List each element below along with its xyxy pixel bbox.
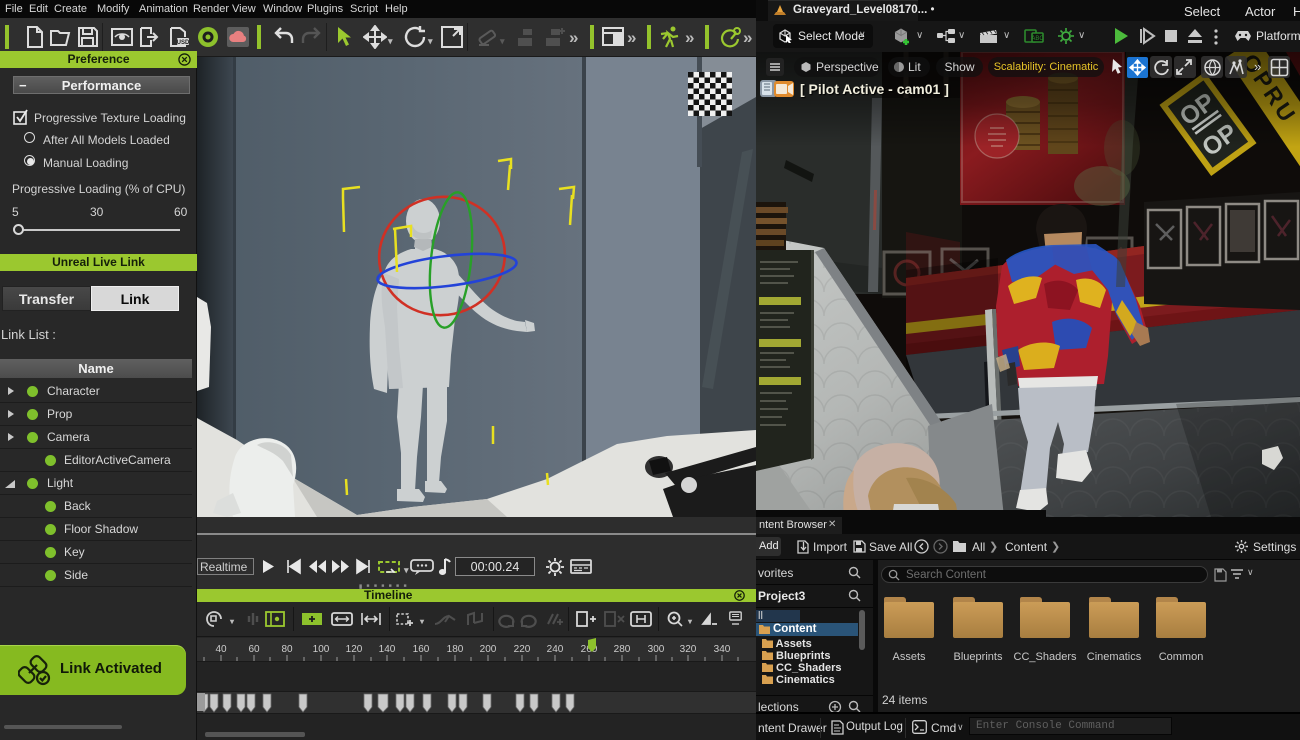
svg-text:40: 40	[215, 644, 227, 655]
svg-text:100: 100	[313, 644, 330, 655]
svg-text:180: 180	[447, 644, 464, 655]
svg-text:60: 60	[248, 644, 260, 655]
svg-text:ABC: ABC	[1031, 36, 1044, 42]
svg-text:200: 200	[480, 644, 497, 655]
svg-text:340: 340	[714, 644, 731, 655]
svg-text:USD: USD	[177, 40, 190, 46]
svg-text:120: 120	[346, 644, 363, 655]
svg-text:220: 220	[514, 644, 531, 655]
svg-text:240: 240	[547, 644, 564, 655]
svg-text:300: 300	[648, 644, 665, 655]
svg-text:160: 160	[413, 644, 430, 655]
svg-text:280: 280	[614, 644, 631, 655]
svg-text:320: 320	[680, 644, 697, 655]
svg-text:140: 140	[379, 644, 396, 655]
svg-text:80: 80	[281, 644, 293, 655]
